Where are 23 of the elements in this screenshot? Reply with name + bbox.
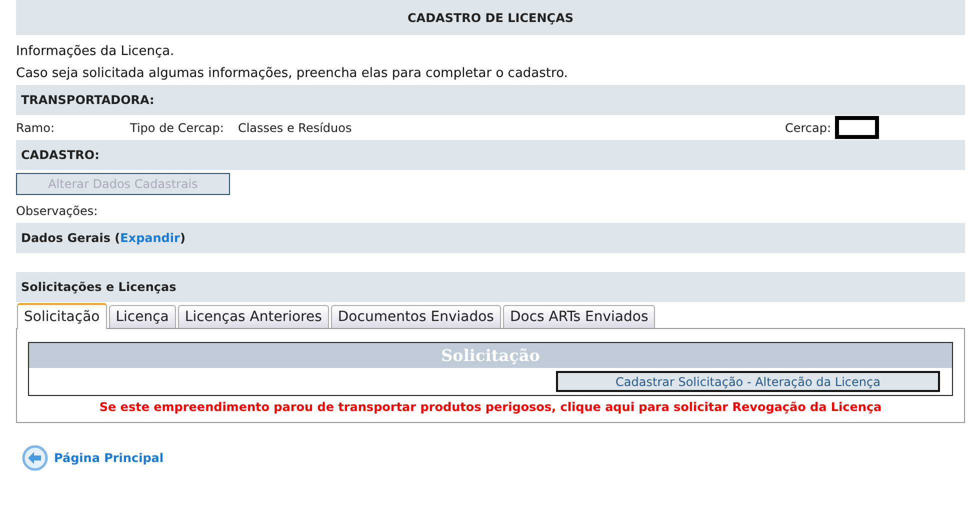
section-header: CADASTRO:: [16, 140, 965, 170]
page-title: CADASTRO DE LICENÇAS: [16, 0, 965, 35]
intro-text: Informações da Licença.: [16, 44, 174, 59]
cercap-value-box: [835, 116, 879, 139]
field-label: Ramo:: [16, 120, 56, 134]
field-value: Classes e Resíduos: [238, 120, 352, 134]
field-label: Observações:: [16, 204, 98, 218]
register-request-button[interactable]: Cadastrar Solicitação - Alteração da Licença: [556, 371, 940, 392]
section-title: Dados Gerais (: [21, 231, 120, 245]
tab[interactable]: Licença: [108, 305, 176, 328]
tab[interactable]: Docs ARTs Enviados: [502, 305, 656, 328]
section-title-paren: ): [180, 231, 186, 245]
tab[interactable]: Documentos Enviados: [330, 305, 501, 328]
field-label: Cercap:: [784, 120, 831, 134]
intro-text: Caso seja solicitada algumas informações, preencha elas para completar o cadastro.: [16, 66, 568, 81]
section-header: TRANSPORTADORA:: [16, 85, 965, 115]
section-header: Solicitações e Licenças: [16, 272, 965, 302]
field-label: Tipo de Cercap:: [130, 120, 224, 134]
table-header: Solicitação: [29, 343, 952, 368]
revocation-link[interactable]: Se este empreendimento parou de transportar produtos perigosos, clique aqui para solicitar Revogação da Licença: [99, 400, 882, 414]
tab[interactable]: Licenças Anteriores: [178, 305, 329, 328]
tab[interactable]: Solicitação: [17, 303, 107, 329]
home-link[interactable]: Página Principal: [54, 451, 164, 465]
